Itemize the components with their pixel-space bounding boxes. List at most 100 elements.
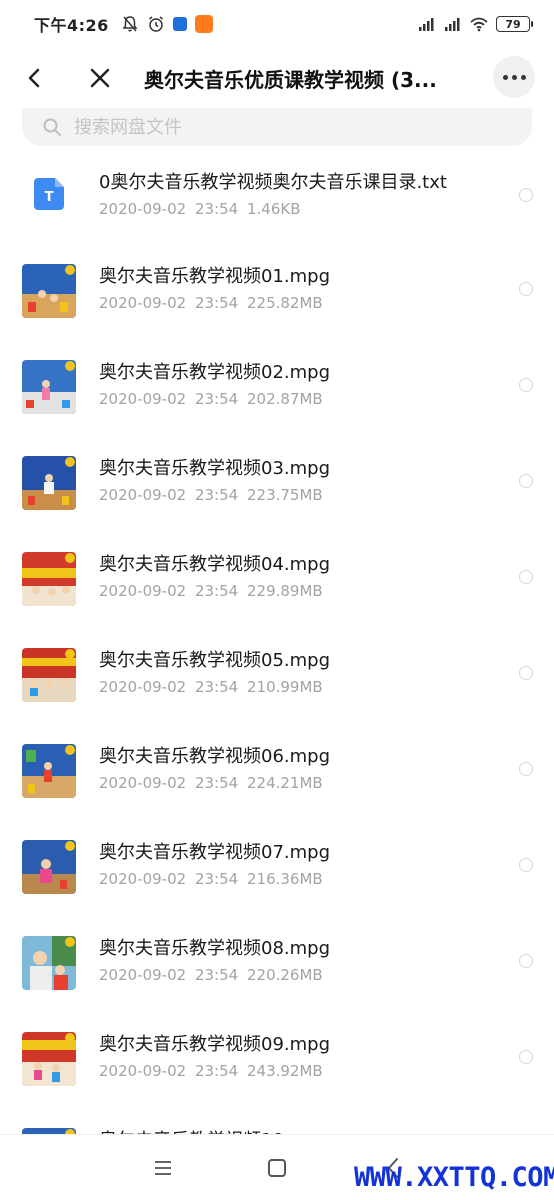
select-radio[interactable] — [519, 282, 533, 296]
select-radio[interactable] — [519, 666, 533, 680]
home-icon[interactable] — [268, 1159, 286, 1177]
file-date: 2020-09-02 — [99, 294, 187, 312]
mute-bell-icon — [122, 16, 138, 32]
file-date: 2020-09-02 — [99, 678, 187, 696]
list-item[interactable]: 奥尔夫音乐教学视频09.mpg 2020-09-02 23:54 243.92M… — [0, 1010, 554, 1106]
file-size: 202.87MB — [246, 390, 323, 408]
list-item[interactable]: 奥尔夫音乐教学视频07.mpg 2020-09-02 23:54 216.36M… — [0, 818, 554, 914]
menu-icon[interactable] — [154, 1160, 172, 1176]
file-meta: 2020-09-02 23:54 225.82MB — [99, 294, 323, 312]
select-radio[interactable] — [519, 954, 533, 968]
back-arrow-icon[interactable] — [20, 64, 48, 92]
file-size: 220.26MB — [246, 966, 323, 984]
list-item[interactable]: 奥尔夫音乐教学视频05.mpg 2020-09-02 23:54 210.99M… — [0, 626, 554, 722]
status-left-icons — [121, 15, 213, 33]
file-date: 2020-09-02 — [99, 200, 187, 218]
file-date: 2020-09-02 — [99, 1062, 187, 1080]
file-size: 216.36MB — [246, 870, 323, 888]
more-dot — [520, 74, 526, 80]
file-name: 奥尔夫音乐教学视频03.mpg — [99, 458, 331, 479]
video-thumbnail — [22, 552, 76, 606]
file-date: 2020-09-02 — [99, 486, 187, 504]
header: 奥尔夫音乐优质课教学视频 (3... — [0, 48, 554, 110]
select-radio[interactable] — [519, 1050, 533, 1064]
file-meta: 2020-09-02 23:54 210.99MB — [99, 678, 323, 696]
video-thumbnail — [22, 264, 76, 318]
close-icon[interactable] — [86, 64, 114, 92]
more-options-button[interactable] — [493, 56, 535, 98]
file-name: 奥尔夫音乐教学视频10 — [99, 1126, 284, 1134]
video-thumbnail — [22, 360, 76, 414]
select-radio[interactable] — [519, 188, 533, 202]
video-thumbnail — [22, 840, 76, 894]
video-thumbnail — [22, 648, 76, 702]
select-radio[interactable] — [519, 570, 533, 584]
file-time: 23:54 — [194, 966, 239, 984]
app-notification-icon-2 — [194, 15, 213, 33]
search-input[interactable] — [74, 116, 474, 138]
file-meta: 2020-09-02 23:54 220.26MB — [99, 966, 323, 984]
file-time: 23:54 — [194, 200, 239, 218]
file-name: 奥尔夫音乐教学视频05.mpg — [99, 650, 331, 671]
file-size: 243.92MB — [246, 1062, 323, 1080]
file-time: 23:54 — [194, 1062, 239, 1080]
more-dot — [511, 74, 517, 80]
file-date: 2020-09-02 — [99, 390, 187, 408]
video-thumbnail — [22, 744, 76, 798]
file-name: 奥尔夫音乐教学视频09.mpg — [99, 1034, 331, 1055]
signal-icon — [419, 18, 434, 31]
list-item[interactable]: 奥尔夫音乐教学视频02.mpg 2020-09-02 23:54 202.87M… — [0, 338, 554, 434]
file-time: 23:54 — [194, 582, 239, 600]
file-date: 2020-09-02 — [99, 870, 187, 888]
list-item[interactable]: T 0奥尔夫音乐教学视频奥尔夫音乐课目录.txt 2020-09-02 23:5… — [0, 146, 554, 242]
video-thumbnail — [22, 1032, 76, 1086]
list-item[interactable]: 奥尔夫音乐教学视频10 — [0, 1106, 554, 1134]
list-item[interactable]: 奥尔夫音乐教学视频03.mpg 2020-09-02 23:54 223.75M… — [0, 434, 554, 530]
search-icon — [43, 118, 61, 136]
select-radio[interactable] — [519, 858, 533, 872]
status-right-icons: 79 — [418, 15, 533, 33]
list-item[interactable]: 奥尔夫音乐教学视频04.mpg 2020-09-02 23:54 229.89M… — [0, 530, 554, 626]
file-size: 225.82MB — [246, 294, 323, 312]
file-name: 奥尔夫音乐教学视频01.mpg — [99, 266, 331, 287]
battery-icon: 79 — [496, 16, 533, 32]
search-bar[interactable] — [22, 108, 532, 146]
list-item[interactable]: 奥尔夫音乐教学视频01.mpg 2020-09-02 23:54 225.82M… — [0, 242, 554, 338]
more-dot — [502, 74, 508, 80]
txt-file-icon: T — [34, 178, 64, 210]
video-thumbnail — [22, 456, 76, 510]
file-size: 210.99MB — [246, 678, 323, 696]
file-name: 奥尔夫音乐教学视频02.mpg — [99, 362, 331, 383]
file-date: 2020-09-02 — [99, 582, 187, 600]
file-time: 23:54 — [194, 390, 239, 408]
list-item[interactable]: 奥尔夫音乐教学视频06.mpg 2020-09-02 23:54 224.21M… — [0, 722, 554, 818]
page-title: 奥尔夫音乐优质课教学视频 (3... — [144, 68, 437, 92]
select-radio[interactable] — [519, 762, 533, 776]
file-name: 奥尔夫音乐教学视频04.mpg — [99, 554, 331, 575]
select-radio[interactable] — [519, 378, 533, 392]
file-name: 奥尔夫音乐教学视频07.mpg — [99, 842, 331, 863]
status-time: 下午4:26 — [34, 16, 109, 35]
app-notification-icon — [172, 17, 187, 31]
watermark: WWW.XXTTQ.COM — [354, 1162, 554, 1193]
file-time: 23:54 — [194, 774, 239, 792]
file-meta: 2020-09-02 23:54 216.36MB — [99, 870, 323, 888]
file-name: 奥尔夫音乐教学视频06.mpg — [99, 746, 331, 767]
file-date: 2020-09-02 — [99, 966, 187, 984]
file-size: 1.46KB — [246, 200, 301, 218]
file-meta: 2020-09-02 23:54 229.89MB — [99, 582, 323, 600]
file-size: 229.89MB — [246, 582, 323, 600]
select-radio[interactable] — [519, 474, 533, 488]
wifi-icon — [470, 17, 488, 32]
list-item[interactable]: 奥尔夫音乐教学视频08.mpg 2020-09-02 23:54 220.26M… — [0, 914, 554, 1010]
file-meta: 2020-09-02 23:54 243.92MB — [99, 1062, 323, 1080]
hd-signal-icon — [445, 18, 460, 31]
file-meta: 2020-09-02 23:54 202.87MB — [99, 390, 323, 408]
file-meta: 2020-09-02 23:54 223.75MB — [99, 486, 323, 504]
video-thumbnail — [22, 936, 76, 990]
file-meta: 2020-09-02 23:54 224.21MB — [99, 774, 323, 792]
file-list: T 0奥尔夫音乐教学视频奥尔夫音乐课目录.txt 2020-09-02 23:5… — [0, 146, 554, 1134]
file-time: 23:54 — [194, 294, 239, 312]
svg-text:T: T — [45, 190, 54, 205]
file-time: 23:54 — [194, 678, 239, 696]
